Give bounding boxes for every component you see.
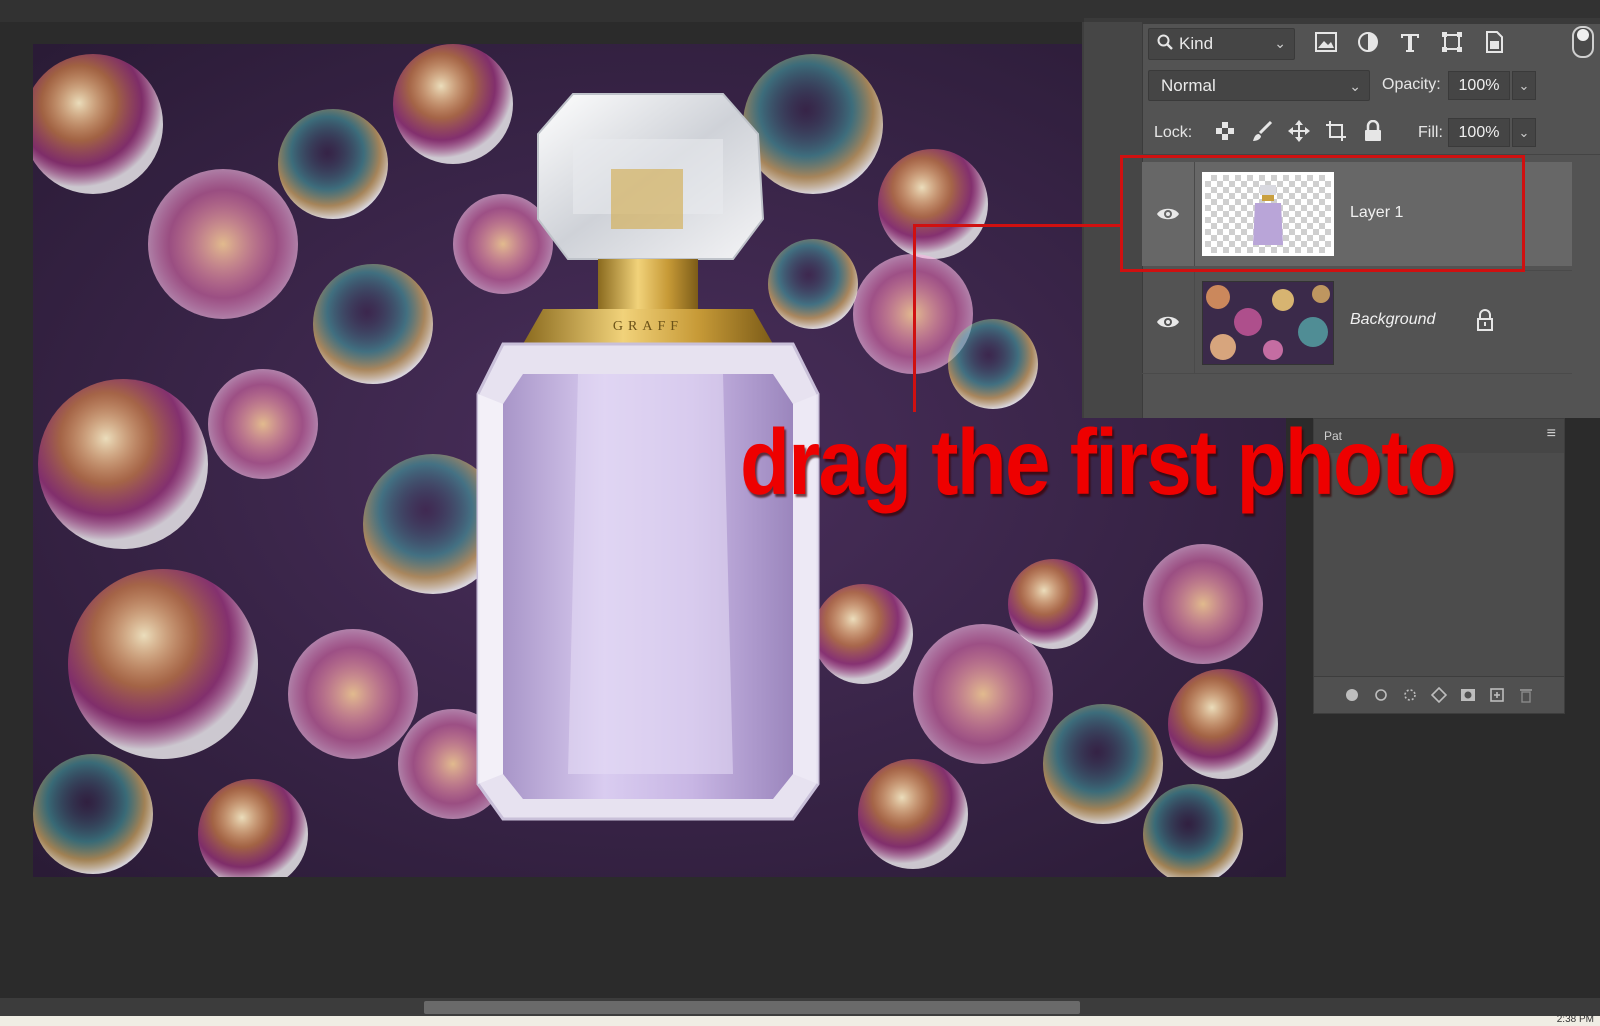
lock-image-pixels-brush-icon[interactable] — [1249, 118, 1275, 144]
lock-transparent-pixels-icon[interactable] — [1212, 118, 1238, 144]
shape-layer-filter-icon[interactable] — [1438, 28, 1466, 56]
opacity-input[interactable]: 100% — [1448, 71, 1510, 100]
lock-label: Lock: — [1154, 124, 1193, 141]
add-mask-icon[interactable] — [1459, 686, 1477, 704]
background-thumbnail — [1202, 281, 1334, 365]
kind-filter-label: Kind — [1179, 34, 1214, 53]
chevron-down-icon: ⌄ — [1274, 35, 1286, 51]
bubbles-thumbnail-image — [1206, 285, 1330, 360]
annotation-connector-horizontal — [913, 224, 1120, 227]
lock-position-move-icon[interactable] — [1286, 118, 1312, 144]
lock-all-icon[interactable] — [1360, 118, 1386, 144]
background-layer-name[interactable]: Background — [1350, 311, 1435, 329]
blend-mode-select[interactable]: Normal ⌄ — [1148, 70, 1370, 101]
smart-object-filter-icon[interactable] — [1480, 28, 1508, 56]
new-path-icon[interactable] — [1488, 686, 1506, 704]
load-selection-icon[interactable] — [1401, 686, 1419, 704]
annotation-highlight-box — [1120, 155, 1525, 272]
opacity-label: Opacity: — [1382, 76, 1441, 93]
opacity-dropdown-button[interactable]: ⌄ — [1512, 71, 1536, 100]
panel-menu-icon[interactable]: ≡ — [1547, 425, 1556, 443]
taskbar-strip — [0, 1016, 1600, 1026]
fill-input[interactable]: 100% — [1448, 118, 1510, 147]
annotation-instruction-text: drag the first photo — [740, 410, 1457, 514]
pixel-layer-filter-icon[interactable] — [1312, 28, 1340, 56]
layer-kind-filter[interactable]: Kind ⌄ — [1148, 28, 1295, 60]
horizontal-scrollbar-thumb[interactable] — [424, 1001, 1080, 1014]
lock-artboard-crop-icon[interactable] — [1323, 118, 1349, 144]
bottle-brand-text: GRAFF — [613, 319, 683, 334]
visibility-eye-icon[interactable] — [1142, 271, 1195, 373]
search-icon — [1157, 34, 1173, 55]
layer-filter-icons — [1312, 28, 1508, 56]
blend-mode-value: Normal — [1161, 75, 1216, 95]
layer-row-background[interactable]: Background — [1142, 270, 1572, 374]
trash-icon[interactable] — [1517, 686, 1535, 704]
lock-icons — [1212, 118, 1386, 144]
paths-footer-toolbar — [1314, 676, 1564, 713]
adjustment-layer-filter-icon[interactable] — [1354, 28, 1382, 56]
panel-top-border — [1084, 18, 1600, 24]
type-layer-filter-icon[interactable] — [1396, 28, 1424, 56]
layer-locked-icon — [1476, 309, 1494, 336]
fill-dropdown-button[interactable]: ⌄ — [1512, 118, 1536, 147]
stroke-path-icon[interactable] — [1372, 686, 1390, 704]
make-work-path-icon[interactable] — [1430, 686, 1448, 704]
filter-toggle-switch[interactable] — [1572, 26, 1594, 58]
fill-label: Fill: — [1418, 124, 1443, 141]
annotation-connector-vertical — [913, 224, 916, 412]
chevron-down-icon: ⌄ — [1349, 78, 1361, 94]
fill-path-icon[interactable] — [1343, 686, 1361, 704]
taskbar-clock: 2:38 PM — [1556, 1014, 1594, 1025]
